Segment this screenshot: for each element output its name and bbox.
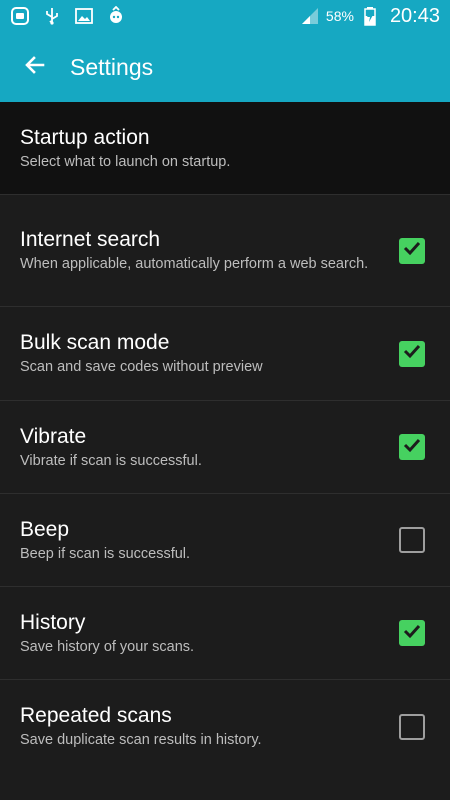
setting-startup-action[interactable]: Startup action Select what to launch on … xyxy=(0,102,450,195)
setting-vibrate[interactable]: Vibrate Vibrate if scan is successful. xyxy=(0,401,450,494)
gallery-icon xyxy=(74,6,94,26)
setting-title: History xyxy=(20,610,86,634)
notification-icons xyxy=(10,6,126,26)
setting-summary: Select what to launch on startup. xyxy=(20,153,231,170)
setting-repeated-scans[interactable]: Repeated scans Save duplicate scan resul… xyxy=(0,680,450,773)
clean-master-icon xyxy=(106,6,126,26)
setting-title: Internet search xyxy=(20,228,161,251)
setting-internet-search[interactable]: Internet search When applicable, automat… xyxy=(0,195,450,307)
checkmark-icon xyxy=(402,621,422,646)
setting-summary: Save history of your scans. xyxy=(20,638,195,655)
setting-beep[interactable]: Beep Beep if scan is successful. xyxy=(0,494,450,587)
system-status: 58% 20:43 xyxy=(300,5,440,28)
setting-title: Bulk scan mode xyxy=(20,331,170,354)
page-title: Settings xyxy=(70,53,154,80)
setting-text: History Save history of your scans. xyxy=(20,610,399,657)
vibrate-checkbox[interactable] xyxy=(399,434,425,460)
settings-list: Startup action Select what to launch on … xyxy=(0,102,450,800)
setting-summary: Save duplicate scan results in history. xyxy=(20,732,262,748)
setting-summary: Vibrate if scan is successful. xyxy=(20,452,202,469)
setting-bulk-scan-mode[interactable]: Bulk scan mode Scan and save codes witho… xyxy=(0,307,450,401)
setting-history[interactable]: History Save history of your scans. xyxy=(0,587,450,680)
setting-text: Vibrate Vibrate if scan is successful. xyxy=(20,424,399,471)
status-bar: 58% 20:43 xyxy=(0,0,450,32)
app-notification-icon xyxy=(10,6,30,26)
signal-icon xyxy=(300,6,320,26)
setting-text: Internet search When applicable, automat… xyxy=(20,227,399,274)
battery-percent: 58% xyxy=(325,8,354,24)
bulk-scan-mode-checkbox[interactable] xyxy=(399,340,425,367)
usb-icon xyxy=(42,6,62,26)
beep-checkbox[interactable] xyxy=(399,527,425,553)
setting-title: Vibrate xyxy=(20,424,87,448)
setting-summary: Scan and save codes without preview xyxy=(20,359,263,375)
checkmark-icon xyxy=(402,435,422,460)
checkmark-icon xyxy=(402,238,422,263)
setting-text: Beep Beep if scan is successful. xyxy=(20,517,399,564)
setting-summary: Beep if scan is successful. xyxy=(20,545,191,562)
repeated-scans-checkbox[interactable] xyxy=(399,713,425,740)
app-bar: Settings xyxy=(0,32,450,102)
back-button[interactable] xyxy=(0,32,70,102)
internet-search-checkbox[interactable] xyxy=(399,237,425,264)
history-checkbox[interactable] xyxy=(399,620,425,646)
setting-title: Beep xyxy=(20,517,70,541)
setting-text: Bulk scan mode Scan and save codes witho… xyxy=(20,330,399,377)
clock: 20:43 xyxy=(389,4,440,27)
setting-text: Startup action Select what to launch on … xyxy=(20,125,430,172)
setting-summary: When applicable, automatically perform a… xyxy=(20,256,369,272)
setting-text: Repeated scans Save duplicate scan resul… xyxy=(20,703,399,750)
setting-title: Startup action xyxy=(20,125,150,149)
battery-charging-icon xyxy=(360,6,380,26)
setting-title: Repeated scans xyxy=(20,704,172,727)
checkmark-icon xyxy=(402,341,422,366)
arrow-left-icon xyxy=(23,53,47,82)
